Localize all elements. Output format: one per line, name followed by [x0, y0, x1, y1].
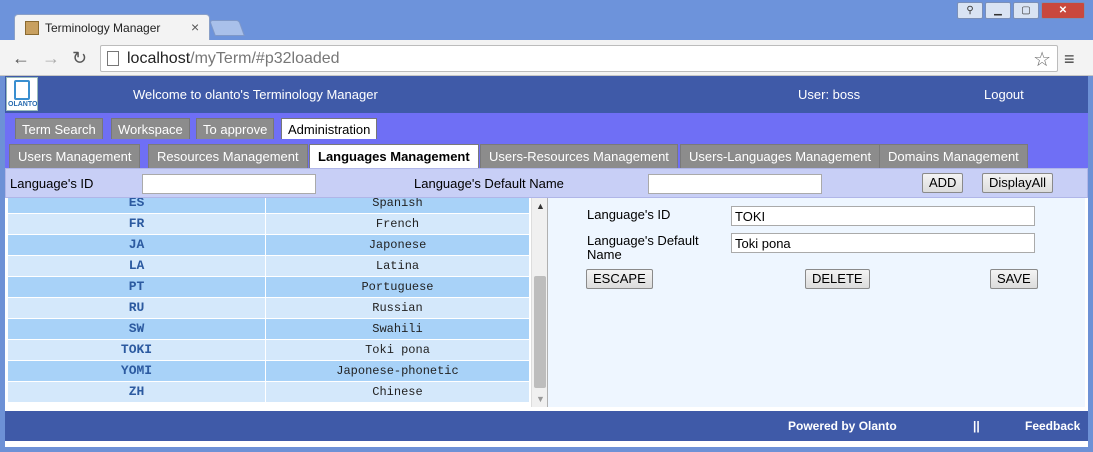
browser-tab-title: Terminology Manager	[45, 21, 161, 35]
table-row[interactable]: FR French	[8, 214, 529, 235]
language-list: ES Spanish FR French JA Japonese LA Latina PT Por…	[8, 198, 548, 407]
detail-id-input[interactable]	[731, 206, 1035, 226]
detail-id-label: Language's ID	[587, 207, 671, 222]
app-content: OLANTO Welcome to olanto's Terminology M…	[5, 76, 1088, 447]
language-name-cell: Russian	[372, 301, 423, 315]
add-button[interactable]: ADD	[922, 173, 964, 193]
table-row[interactable]: JA Japonese	[8, 235, 529, 256]
reload-icon[interactable]: ↻	[72, 48, 87, 69]
filter-id-label: Language's ID	[10, 176, 94, 191]
tab-administration[interactable]: Administration	[281, 118, 378, 139]
url-text[interactable]: localhost/myTerm/#p32loaded	[127, 50, 340, 68]
language-id-cell: LA	[8, 256, 266, 276]
filter-id-input[interactable]	[142, 174, 316, 194]
detail-name-input[interactable]	[731, 233, 1035, 253]
detail-name-label: Language's Default Name	[587, 233, 699, 262]
welcome-text: Welcome to olanto's Terminology Manager	[133, 87, 378, 102]
language-id-cell: SW	[8, 319, 266, 339]
language-id-cell: ZH	[8, 382, 266, 402]
table-row[interactable]: YOMI Japonese-phonetic	[8, 361, 529, 382]
tab-workspace[interactable]: Workspace	[111, 118, 190, 139]
language-name-cell: Chinese	[372, 385, 423, 399]
url-path: /myTerm/#p32loaded	[190, 50, 340, 67]
list-scrollbar[interactable]: ▲ ▼	[531, 198, 547, 407]
language-name-cell: Portuguese	[361, 280, 434, 294]
table-row[interactable]: RU Russian	[8, 298, 529, 319]
user-label: User: boss	[798, 87, 861, 102]
filter-bar: Language's ID Language's Default Name AD…	[5, 168, 1088, 198]
app-header: OLANTO Welcome to olanto's Terminology M…	[5, 76, 1088, 113]
language-id-cell: FR	[8, 214, 266, 234]
url-host: localhost	[127, 50, 191, 67]
language-name-cell: Swahili	[372, 322, 423, 336]
table-row[interactable]: ES Spanish	[8, 198, 529, 214]
document-icon	[14, 80, 30, 100]
minimize-icon[interactable]: ▁	[985, 2, 1011, 19]
table-row[interactable]: TOKI Toki pona	[8, 340, 529, 361]
footer-separator: ||	[973, 419, 980, 433]
window-controls: ⚲ ▁ ▢ ✕	[957, 2, 1085, 19]
app-footer: Powered by Olanto || Feedback	[5, 411, 1088, 441]
display-all-button[interactable]: DisplayAll	[982, 173, 1054, 193]
maximize-icon[interactable]: ▢	[1013, 2, 1039, 19]
favicon-icon	[25, 21, 39, 35]
language-name-cell: French	[375, 217, 420, 231]
tab-users-resources-management[interactable]: Users-Resources Management	[480, 144, 678, 168]
language-name-cell: Toki pona	[365, 343, 430, 357]
new-tab-button[interactable]	[209, 20, 245, 36]
tab-to-approve[interactable]: To approve	[196, 118, 275, 139]
delete-button[interactable]: DELETE	[805, 269, 870, 289]
scroll-thumb[interactable]	[534, 276, 546, 388]
bookmark-star-icon[interactable]: ☆	[1033, 47, 1051, 72]
language-id-cell: PT	[8, 277, 266, 297]
page-icon	[107, 51, 119, 66]
language-id-cell: TOKI	[8, 340, 266, 360]
tab-term-search[interactable]: Term Search	[15, 118, 103, 139]
table-row[interactable]: ZH Chinese	[8, 382, 529, 403]
feedback-link[interactable]: Feedback	[1025, 419, 1080, 433]
language-name-cell: Spanish	[372, 198, 423, 210]
scroll-up-icon[interactable]: ▲	[536, 201, 545, 211]
scroll-down-icon[interactable]: ▼	[536, 394, 545, 404]
forward-arrow-icon[interactable]: →	[42, 48, 60, 69]
sub-tabs: Users Management Resources Management La…	[5, 139, 1088, 168]
back-arrow-icon[interactable]: ←	[12, 48, 30, 69]
language-id-cell: RU	[8, 298, 266, 318]
main-tabs: Term Search Workspace To approve Adminis…	[5, 113, 1088, 139]
language-name-cell: Latina	[375, 259, 420, 273]
filter-name-input[interactable]	[648, 174, 822, 194]
powered-by-text: Powered by Olanto	[788, 419, 897, 433]
table-row[interactable]: SW Swahili	[8, 319, 529, 340]
language-id-cell: YOMI	[8, 361, 266, 381]
filter-name-label: Language's Default Name	[414, 176, 564, 191]
tab-resources-management[interactable]: Resources Management	[148, 144, 308, 168]
tab-close-icon[interactable]: ×	[191, 19, 199, 35]
language-name-cell: Japonese	[368, 238, 427, 252]
logout-link[interactable]: Logout	[984, 87, 1024, 102]
browser-tab[interactable]: Terminology Manager ×	[14, 14, 210, 40]
language-id-cell: JA	[8, 235, 266, 255]
browser-toolbar: ← → ↻ localhost/myTerm/#p32loaded ☆ ≡	[0, 40, 1093, 76]
tab-domains-management[interactable]: Domains Management	[879, 144, 1028, 168]
language-detail-panel: Language's ID Language's Default Name ES…	[548, 198, 1085, 407]
escape-button[interactable]: ESCAPE	[586, 269, 653, 289]
olanto-logo: OLANTO	[6, 77, 38, 111]
table-row[interactable]: LA Latina	[8, 256, 529, 277]
tab-users-management[interactable]: Users Management	[9, 144, 141, 168]
language-name-cell: Japonese-phonetic	[336, 364, 459, 378]
user-icon[interactable]: ⚲	[957, 2, 983, 19]
address-bar[interactable]: localhost/myTerm/#p32loaded ☆	[100, 45, 1058, 72]
table-row[interactable]: PT Portuguese	[8, 277, 529, 298]
save-button[interactable]: SAVE	[990, 269, 1038, 289]
language-id-cell: ES	[8, 198, 266, 213]
logo-text: OLANTO	[8, 101, 38, 108]
tab-users-languages-management[interactable]: Users-Languages Management	[680, 144, 881, 168]
tab-languages-management[interactable]: Languages Management	[309, 144, 479, 168]
browser-titlebar: Terminology Manager × ⚲ ▁ ▢ ✕	[0, 0, 1093, 40]
browser-menu-icon[interactable]: ≡	[1064, 49, 1075, 70]
close-window-icon[interactable]: ✕	[1041, 2, 1085, 19]
